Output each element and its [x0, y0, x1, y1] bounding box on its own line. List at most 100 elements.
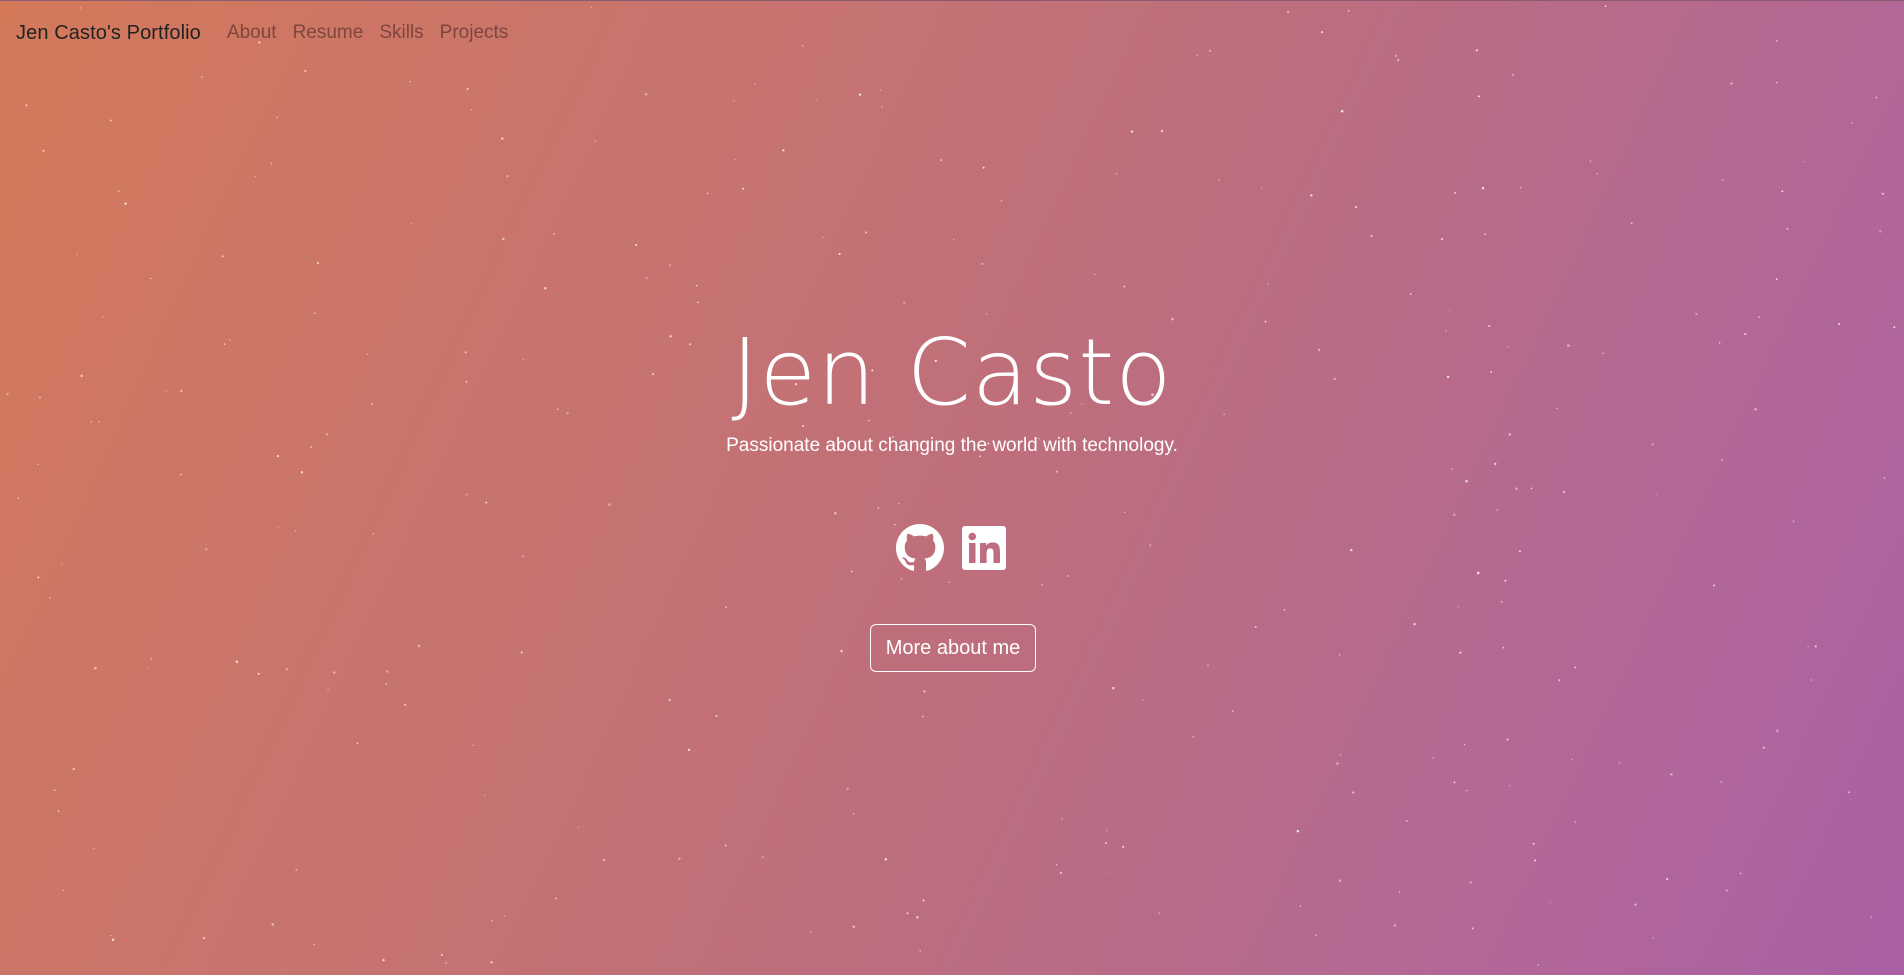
star-dot	[254, 175, 257, 178]
star-dot	[1558, 679, 1561, 682]
star-dot	[1192, 735, 1195, 738]
star-dot	[502, 237, 505, 241]
star-dot	[1530, 487, 1533, 490]
star-dot	[724, 844, 727, 847]
github-link[interactable]	[896, 524, 944, 572]
star-dot	[1339, 754, 1342, 756]
more-about-me-button[interactable]: More about me	[869, 624, 1037, 672]
nav-link-skills[interactable]: Skills	[371, 22, 431, 44]
star-dot	[1725, 889, 1729, 892]
star-dot	[715, 715, 718, 717]
star-dot	[922, 899, 925, 902]
nav-link-resume[interactable]: Resume	[285, 22, 372, 44]
star-dot	[822, 236, 824, 239]
star-dot	[645, 277, 648, 280]
star-dot	[852, 925, 855, 928]
star-dot	[327, 688, 329, 691]
star-dot	[1370, 235, 1373, 238]
star-dot	[921, 715, 924, 718]
star-dot	[553, 232, 555, 235]
star-dot	[1712, 584, 1715, 587]
star-dot	[356, 742, 359, 745]
star-dot	[150, 277, 152, 280]
star-dot	[1352, 791, 1355, 794]
star-dot	[981, 262, 984, 266]
star-dot	[490, 961, 493, 964]
star-dot	[62, 889, 65, 892]
hero-title: Jen Casto	[731, 319, 1173, 426]
star-dot	[761, 856, 764, 859]
star-dot	[37, 576, 40, 579]
star-dot	[49, 597, 51, 599]
star-dot	[1656, 493, 1658, 496]
star-dot	[1786, 227, 1789, 230]
star-dot	[1161, 130, 1164, 133]
star-dot	[678, 857, 681, 860]
star-dot	[472, 744, 474, 746]
star-dot	[1409, 293, 1412, 295]
star-dot	[838, 252, 841, 255]
star-dot	[110, 935, 112, 937]
linkedin-link[interactable]	[960, 524, 1008, 572]
star-dot	[1105, 871, 1108, 873]
star-dot	[1296, 829, 1300, 833]
star-dot	[201, 76, 203, 78]
star-dot	[608, 503, 611, 506]
star-dot	[1775, 278, 1778, 281]
star-dot	[1848, 791, 1850, 793]
star-dot	[42, 149, 45, 152]
star-dot	[602, 859, 605, 862]
star-dot	[1533, 859, 1537, 862]
brand-link[interactable]: Jen Casto's Portfolio	[16, 22, 201, 45]
star-dot	[1218, 179, 1220, 181]
star-dot	[1338, 879, 1342, 882]
star-dot	[1067, 575, 1069, 577]
star-dot	[385, 683, 388, 685]
star-dot	[1881, 192, 1884, 195]
star-dot	[1055, 863, 1058, 866]
star-dot	[1596, 172, 1599, 175]
star-dot	[1883, 477, 1886, 479]
star-dot	[1061, 817, 1063, 820]
star-dot	[706, 192, 709, 195]
star-dot	[270, 162, 273, 165]
star-dot	[1666, 877, 1669, 881]
star-dot	[1730, 82, 1733, 85]
star-dot	[1519, 186, 1522, 189]
star-dot	[257, 672, 260, 675]
star-dot	[906, 912, 909, 915]
star-dot	[1870, 916, 1872, 918]
star-dot	[1453, 191, 1457, 194]
star-dot	[1104, 841, 1107, 844]
star-dot	[1652, 936, 1655, 939]
star-dot	[903, 301, 906, 305]
star-dot	[484, 794, 486, 796]
star-dot	[466, 87, 469, 91]
star-dot	[1112, 686, 1115, 690]
star-dot	[1792, 520, 1795, 523]
star-dot	[1299, 905, 1302, 907]
star-dot	[1879, 230, 1882, 233]
star-dot	[919, 950, 921, 952]
star-dot	[1449, 309, 1451, 311]
star-dot	[688, 748, 691, 752]
star-dot	[1115, 172, 1118, 175]
star-dot	[304, 69, 307, 72]
nav-link-projects[interactable]: Projects	[432, 22, 517, 44]
nav-link-about[interactable]: About	[219, 22, 285, 44]
star-dot	[1283, 608, 1286, 611]
star-dot	[295, 868, 298, 871]
star-dot	[544, 287, 547, 290]
star-dot	[1762, 746, 1765, 749]
star-dot	[440, 953, 443, 957]
star-dot	[697, 301, 699, 304]
star-dot	[900, 578, 903, 580]
star-dot	[940, 159, 943, 162]
star-dot	[445, 962, 448, 964]
star-dot	[490, 919, 493, 922]
star-dot	[1059, 871, 1063, 875]
star-dot	[1000, 200, 1003, 202]
star-dot	[382, 958, 385, 962]
star-dot	[884, 858, 888, 861]
cta-wrapper: More about me	[0, 624, 1904, 672]
